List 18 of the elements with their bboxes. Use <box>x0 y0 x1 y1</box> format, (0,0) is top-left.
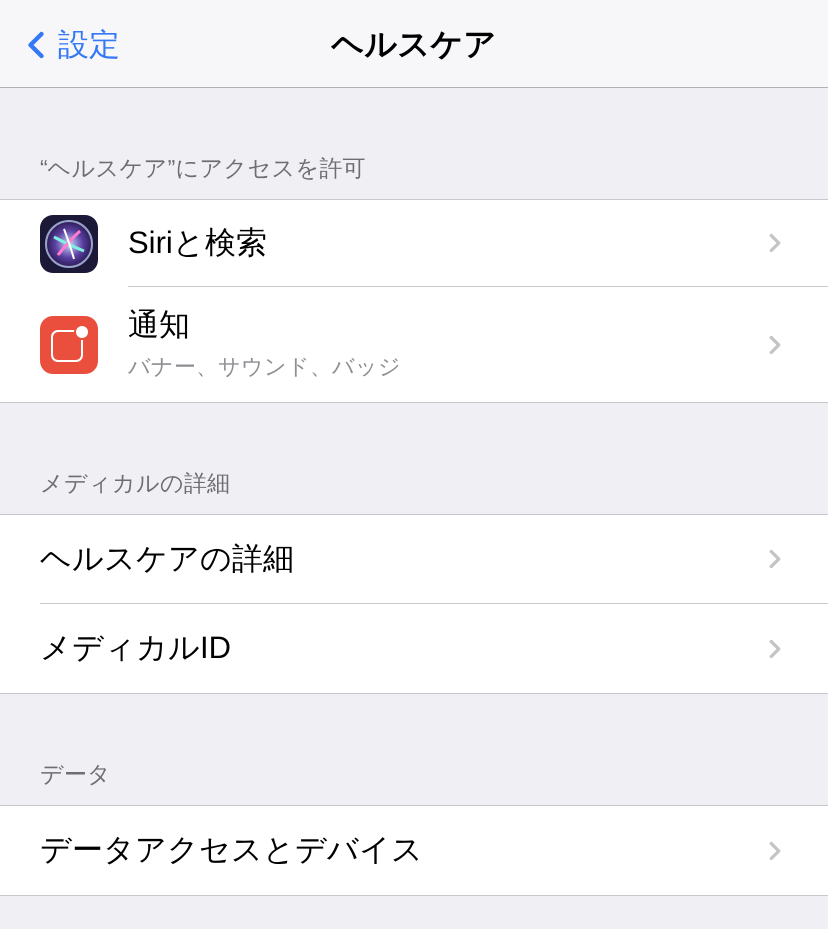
navigation-title: ヘルスケア <box>332 24 496 64</box>
row-title: 通知 <box>128 306 191 344</box>
settings-row[interactable]: 通知 バナー、サウンド、バッジ <box>0 287 828 402</box>
siri-icon <box>40 214 98 272</box>
back-button[interactable]: 設定 <box>22 22 120 68</box>
section-header: データ <box>40 760 111 788</box>
row-title: メディカルID <box>40 629 232 668</box>
row-title: ヘルスケアの詳細 <box>40 540 295 578</box>
settings-row[interactable]: メディカルID <box>0 604 828 693</box>
row-title: データアクセスとデバイス <box>40 831 424 870</box>
notification-icon <box>40 316 98 374</box>
row-subtitle: バナー、サウンド、バッジ <box>128 353 402 382</box>
settings-row[interactable]: データアクセスとデバイス <box>0 806 828 895</box>
settings-row[interactable]: Siriと検索 <box>0 200 828 287</box>
settings-row[interactable]: ヘルスケアの詳細 <box>0 515 828 604</box>
section-header: “ヘルスケア”にアクセスを許可 <box>40 154 366 182</box>
section-header: メディカルの詳細 <box>40 468 230 498</box>
row-title: Siriと検索 <box>128 224 268 262</box>
